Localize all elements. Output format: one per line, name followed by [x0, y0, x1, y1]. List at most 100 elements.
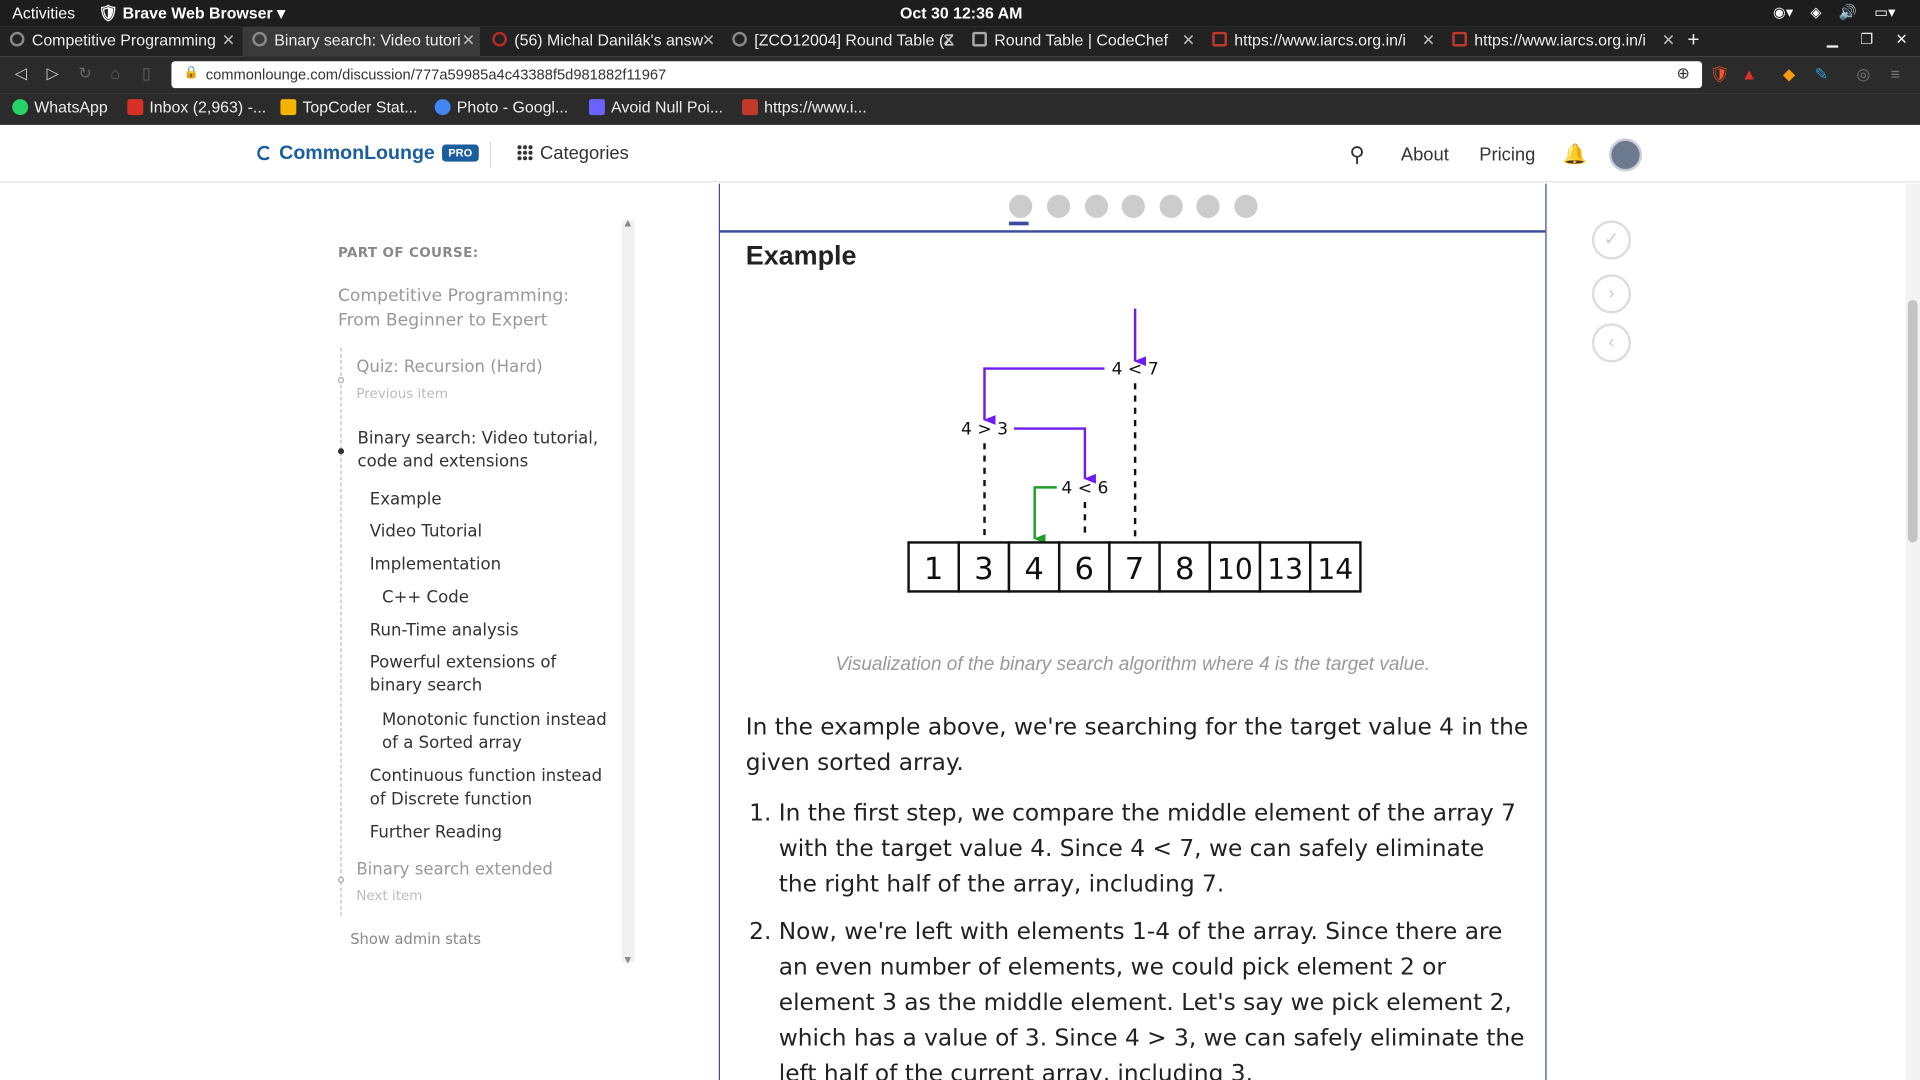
arrow-to-4: [1033, 486, 1057, 544]
tab-label: https://www.iarcs.org.in/i: [1474, 30, 1646, 49]
previous-button[interactable]: ‹: [1591, 323, 1632, 363]
extension-icon[interactable]: ◆: [1783, 65, 1795, 85]
active-step-underline: [1008, 221, 1029, 226]
step-dot-2[interactable]: [1046, 194, 1071, 218]
close-window-icon[interactable]: ✕: [1895, 31, 1907, 48]
close-tab-icon[interactable]: ✕: [942, 31, 955, 51]
tab-binary-search[interactable]: Binary search: Video tutori ✕: [242, 26, 481, 57]
page-scrollbar[interactable]: [1905, 183, 1920, 1080]
brave-rewards-icon[interactable]: ▲: [1741, 65, 1757, 83]
scrollbar-thumb[interactable]: [1907, 300, 1918, 543]
step-dot-3[interactable]: [1084, 194, 1109, 218]
timeline-dot: [337, 876, 345, 883]
tab-codechef[interactable]: Round Table | CodeChef ✕: [962, 27, 1200, 56]
loading-icon: [732, 31, 747, 47]
section-continuous-function[interactable]: Continuous function instead of Discrete …: [370, 765, 609, 812]
list-item: Now, we're left with elements 1-4 of the…: [779, 915, 1530, 1080]
section-monotonic-function[interactable]: Monotonic function instead of a Sorted a…: [382, 709, 615, 756]
app-menu[interactable]: 🛡 Brave Web Browser ▾: [98, 4, 285, 24]
zoom-icon[interactable]: ⊕: [1676, 64, 1689, 84]
loading-icon: [252, 31, 267, 47]
mark-complete-button[interactable]: ✓: [1591, 220, 1632, 260]
window-controls: ▁ ❐ ✕: [1827, 31, 1908, 48]
url-text: commonlounge.com/discussion/777a59985a4c…: [205, 66, 667, 84]
figure-caption: Visualization of the binary search algor…: [835, 653, 1431, 675]
brave-shields-icon[interactable]: 🛡: [1709, 65, 1729, 85]
bookmark-label: Photo - Googl...: [456, 97, 569, 117]
bookmark-inbox[interactable]: Inbox (2,963) -...: [127, 98, 266, 116]
tab-quora-answer[interactable]: (56) Michal Danilák's answ ✕: [482, 27, 720, 56]
activities-button[interactable]: Activities: [12, 4, 75, 22]
scroll-down-icon[interactable]: ▼: [624, 955, 631, 965]
back-icon[interactable]: ◁: [15, 64, 27, 84]
pen-extension-icon[interactable]: ✎: [1815, 65, 1828, 85]
bookmark-photo[interactable]: Photo - Googl...: [434, 97, 569, 117]
bookmark-topcoder[interactable]: TopCoder Stat...: [280, 98, 417, 116]
bookmark-whatsapp[interactable]: WhatsApp: [12, 98, 108, 116]
comparison-label-1: 4 < 7: [1112, 360, 1159, 380]
tab-iarcs-1[interactable]: https://www.iarcs.org.in/i ✕: [1202, 27, 1440, 56]
bookmark-avoid-null[interactable]: Avoid Null Poi...: [588, 98, 723, 116]
next-item-label: Next item: [356, 887, 423, 904]
clock[interactable]: Oct 30 12:36 AM: [900, 4, 1022, 22]
course-title-link[interactable]: Competitive Programming: From Beginner t…: [338, 284, 607, 333]
site-logo[interactable]: CommonLounge PRO: [257, 143, 479, 165]
step-dot-1[interactable]: [1008, 194, 1033, 218]
section-powerful-extensions[interactable]: Powerful extensions of binary search: [370, 651, 609, 698]
tab-competitive-programming[interactable]: Competitive Programming ✕: [0, 27, 240, 56]
header-divider: [489, 140, 492, 168]
array-value: 10: [1217, 553, 1253, 586]
array-value: 3: [974, 552, 993, 587]
next-button[interactable]: ›: [1591, 274, 1632, 314]
new-tab-button[interactable]: +: [1687, 28, 1699, 52]
profile-icon[interactable]: ◎: [1856, 65, 1870, 85]
current-item-title[interactable]: Binary search: Video tutorial, code and …: [358, 427, 609, 474]
restore-icon[interactable]: ❐: [1860, 31, 1873, 48]
step-dot-6[interactable]: [1196, 194, 1220, 218]
forward-icon[interactable]: ▷: [47, 64, 59, 84]
bookmark-icon[interactable]: ▯: [142, 64, 151, 84]
gmail-icon: [127, 99, 144, 116]
step-dot-5[interactable]: [1159, 194, 1183, 218]
url-field[interactable]: 🔒 commonlounge.com/discussion/777a59985a…: [171, 61, 1703, 89]
reload-icon[interactable]: ↻: [78, 64, 91, 84]
close-tab-icon[interactable]: ✕: [1422, 31, 1435, 51]
loading-icon: [9, 31, 25, 47]
section-runtime-analysis[interactable]: Run-Time analysis: [370, 620, 621, 643]
close-tab-icon[interactable]: ✕: [1182, 31, 1195, 51]
close-tab-icon[interactable]: ✕: [702, 31, 715, 51]
search-icon[interactable]: ⚲: [1349, 143, 1364, 167]
next-item-link[interactable]: Binary search extended: [356, 858, 607, 881]
close-tab-icon[interactable]: ✕: [462, 31, 475, 51]
timeline-dot: [337, 377, 345, 384]
show-admin-stats-link[interactable]: Show admin stats: [350, 931, 481, 948]
section-video-tutorial[interactable]: Video Tutorial: [370, 520, 621, 543]
close-tab-icon[interactable]: ✕: [222, 31, 235, 51]
avatar[interactable]: [1608, 138, 1643, 172]
pricing-link[interactable]: Pricing: [1479, 144, 1535, 165]
categories-button[interactable]: Categories: [516, 143, 629, 164]
close-tab-icon[interactable]: ✕: [1662, 31, 1675, 51]
about-link[interactable]: About: [1401, 144, 1449, 165]
menu-icon[interactable]: ≡: [1891, 65, 1900, 83]
section-example[interactable]: Example: [370, 489, 621, 512]
prev-item-link[interactable]: Quiz: Recursion (Hard): [356, 356, 607, 379]
tab-label: (56) Michal Danilák's answ: [514, 30, 704, 49]
section-further-reading[interactable]: Further Reading: [370, 822, 621, 845]
tab-iarcs-2[interactable]: https://www.iarcs.org.in/i ✕: [1442, 27, 1680, 56]
tab-label: https://www.iarcs.org.in/i: [1234, 30, 1406, 49]
system-tray[interactable]: ◉▾ ◈ 🔊 ▭▾: [1773, 4, 1896, 21]
home-icon[interactable]: ⌂: [110, 64, 120, 82]
lock-icon: 🔒: [183, 66, 199, 80]
tab-zco12004[interactable]: [ZCO12004] Round Table (Z ✕: [722, 27, 960, 56]
minimize-icon[interactable]: ▁: [1827, 31, 1838, 48]
section-implementation[interactable]: Implementation: [370, 553, 621, 576]
tab-label: Round Table | CodeChef: [994, 30, 1169, 49]
step-dot-4[interactable]: [1121, 194, 1145, 218]
section-cpp-code[interactable]: C++ Code: [382, 587, 633, 610]
site-header: CommonLounge PRO Categories ⚲ About Prici…: [0, 126, 1920, 183]
scroll-up-icon[interactable]: ▲: [624, 218, 631, 228]
bell-icon[interactable]: 🔔: [1562, 142, 1586, 166]
step-dot-7[interactable]: [1234, 194, 1258, 218]
bookmark-iarcs[interactable]: https://www.i...: [742, 98, 867, 116]
